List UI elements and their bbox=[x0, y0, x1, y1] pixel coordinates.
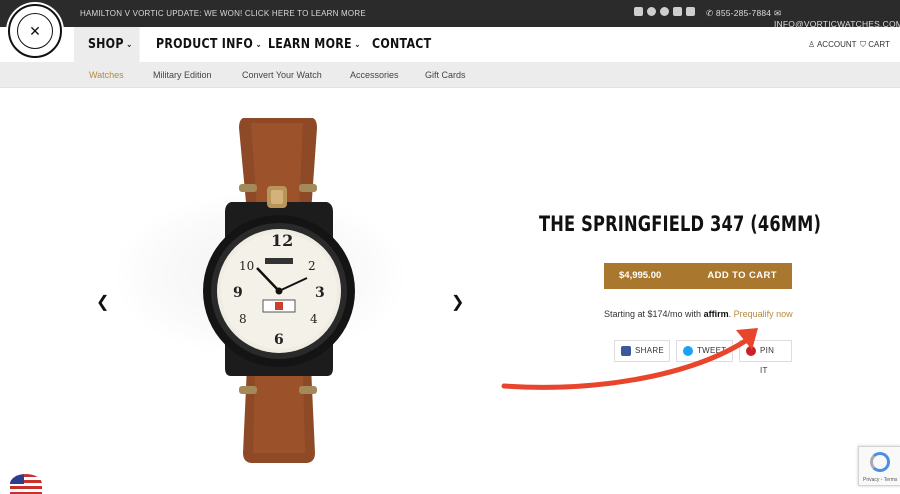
announcement-link[interactable]: HAMILTON V VORTIC UPDATE: WE WON! CLICK … bbox=[80, 9, 366, 18]
nav-contact[interactable]: CONTACT bbox=[372, 27, 431, 62]
bag-icon: ⛉ bbox=[860, 40, 866, 49]
chevron-left-icon[interactable]: ❮ bbox=[96, 292, 109, 312]
nav-product-info-label: PRODUCT INFO bbox=[156, 36, 254, 52]
svg-text:2: 2 bbox=[308, 259, 316, 273]
nav-shop-label: SHOP bbox=[87, 36, 124, 52]
nav-product-info[interactable]: PRODUCT INFO ⌄ bbox=[156, 27, 262, 62]
svg-text:10: 10 bbox=[239, 259, 254, 273]
announcement-bar: HAMILTON V VORTIC UPDATE: WE WON! CLICK … bbox=[0, 0, 900, 29]
vortic-logo[interactable]: ✕ bbox=[8, 4, 62, 58]
annotation-arrow bbox=[501, 328, 758, 390]
chevron-down-icon: ⌄ bbox=[354, 40, 361, 50]
svg-text:8: 8 bbox=[239, 312, 247, 326]
subnav-accessories[interactable]: Accessories bbox=[350, 70, 399, 80]
nav-learn-more-label: LEARN MORE bbox=[268, 36, 352, 52]
email-link[interactable]: ✉ INFO@VORTICWATCHES.COM bbox=[774, 8, 900, 29]
svg-text:6: 6 bbox=[274, 332, 284, 348]
product-image-watch[interactable]: 12 10 2 9 3 8 4 6 bbox=[195, 118, 365, 463]
svg-text:3: 3 bbox=[315, 285, 325, 301]
cart-label: CART bbox=[868, 40, 890, 49]
instagram-icon[interactable] bbox=[647, 7, 656, 16]
product-title: THE SPRINGFIELD 347 (46MM) bbox=[539, 212, 822, 236]
social-links bbox=[634, 7, 695, 16]
recaptcha-footer: Privacy - Terms bbox=[863, 477, 898, 483]
chevron-right-icon[interactable]: ❯ bbox=[451, 292, 464, 312]
add-to-cart-button[interactable]: $4,995.00 ADD TO CART bbox=[604, 263, 792, 289]
account-label: ACCOUNT bbox=[816, 40, 857, 49]
recaptcha-badge[interactable]: Privacy - Terms bbox=[858, 446, 900, 486]
main-nav: SHOP ⌄ PRODUCT INFO ⌄ LEARN MORE ⌄ CONTACT … bbox=[0, 27, 900, 62]
pinterest-icon[interactable] bbox=[660, 7, 669, 16]
affirm-logo: affirm bbox=[703, 309, 729, 319]
recaptcha-icon bbox=[870, 452, 890, 472]
user-icon: ♙ bbox=[808, 40, 816, 49]
nav-learn-more[interactable]: LEARN MORE ⌄ bbox=[268, 27, 361, 62]
account-link[interactable]: ♙ ACCOUNT bbox=[808, 40, 857, 49]
sub-nav: Watches Military Edition Convert Your Wa… bbox=[0, 62, 900, 88]
nav-contact-label: CONTACT bbox=[372, 36, 432, 52]
cart-link[interactable]: ⛉ CART bbox=[860, 40, 890, 50]
nav-shop[interactable]: SHOP ⌄ bbox=[74, 27, 140, 62]
svg-text:9: 9 bbox=[233, 285, 243, 301]
subnav-military-edition[interactable]: Military Edition bbox=[153, 70, 212, 80]
youtube-icon[interactable] bbox=[686, 7, 695, 16]
affirm-financing: Starting at $174/mo with affirm. Prequal… bbox=[604, 309, 793, 319]
subnav-convert-your-watch[interactable]: Convert Your Watch bbox=[242, 70, 322, 80]
subnav-watches[interactable]: Watches bbox=[89, 70, 124, 80]
phone-link[interactable]: ✆ 855-285-7884 bbox=[706, 8, 771, 19]
add-to-cart-label: ADD TO CART bbox=[707, 270, 777, 281]
phone-number: 855-285-7884 bbox=[715, 8, 772, 18]
logo-star-icon: ✕ bbox=[17, 13, 53, 49]
us-flag-icon[interactable] bbox=[10, 474, 42, 494]
product-price: $4,995.00 bbox=[619, 270, 662, 281]
svg-text:12: 12 bbox=[271, 231, 293, 250]
twitter-icon[interactable] bbox=[673, 7, 682, 16]
affirm-prefix: Starting at $174/mo with bbox=[604, 309, 702, 319]
subnav-gift-cards[interactable]: Gift Cards bbox=[425, 70, 466, 80]
chevron-down-icon: ⌄ bbox=[126, 40, 133, 50]
prequalify-link[interactable]: Prequalify now bbox=[734, 309, 793, 319]
facebook-icon[interactable] bbox=[634, 7, 643, 16]
chevron-down-icon: ⌄ bbox=[255, 40, 262, 50]
svg-text:4: 4 bbox=[310, 312, 318, 326]
